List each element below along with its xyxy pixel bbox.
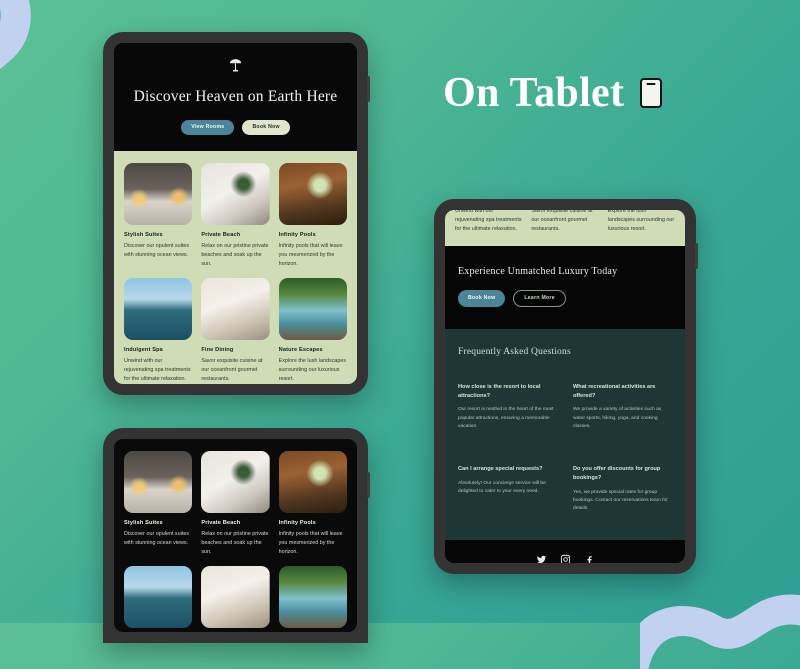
tablet-icon <box>640 78 663 108</box>
feature-card[interactable]: Private Beach Relax on our pristine priv… <box>201 451 270 557</box>
tablet-screen-hero: Discover Heaven on Earth Here View Rooms… <box>114 43 357 384</box>
feature-card[interactable] <box>201 565 270 632</box>
feature-description: Explore the lush landscapes surrounding … <box>278 357 347 382</box>
faq-question: What recreational activities are offered… <box>573 383 656 399</box>
tablet-device-faq: Indulgent Spa Unwind with our rejuvenati… <box>434 199 698 574</box>
faq-question: How close is the resort to local attract… <box>458 383 541 399</box>
features-tail-grid: Indulgent Spa Unwind with our rejuvenati… <box>455 210 675 234</box>
page-label-text: On Tablet <box>443 70 625 116</box>
faq-grid: How close is the resort to local attract… <box>458 383 672 514</box>
twitter-icon[interactable] <box>536 554 547 563</box>
feature-title: Infinity Pools <box>278 232 316 239</box>
feature-description: Savor exquisite cuisine at our oceanfron… <box>531 210 593 232</box>
feature-title: Stylish Suites <box>124 520 163 526</box>
feature-title: Nature Escapes <box>278 346 323 353</box>
book-now-button[interactable]: Book Now <box>242 120 290 136</box>
hero-title: Discover Heaven on Earth Here <box>133 88 338 105</box>
faq-item[interactable]: How close is the resort to local attract… <box>458 383 557 431</box>
feature-title: Private Beach <box>201 520 241 526</box>
features-tail-section: Indulgent Spa Unwind with our rejuvenati… <box>445 210 685 246</box>
faq-question: Can I arrange special requests? <box>458 466 543 473</box>
feature-card[interactable]: Indulgent Spa Unwind with our rejuvenati… <box>124 277 193 384</box>
feature-card[interactable] <box>124 565 193 632</box>
feature-title: Infinity Pools <box>278 520 316 526</box>
footer: © 2023 Luxury Beachfront Resort. Generat… <box>445 539 685 563</box>
faq-item[interactable]: Do you offer discounts for group booking… <box>573 465 672 513</box>
feature-title: Indulgent Spa <box>124 346 163 353</box>
feature-description: Relax on our pristine private beaches an… <box>201 243 269 268</box>
feature-card[interactable] <box>278 565 347 632</box>
feature-card[interactable]: Nature Escapes Explore the lush landscap… <box>278 277 347 384</box>
faq-question: Do you offer discounts for group booking… <box>573 466 661 481</box>
feature-title: Private Beach <box>201 232 241 239</box>
brand-logo[interactable] <box>124 55 347 76</box>
feature-image-indulgent-spa <box>124 565 193 628</box>
feature-image-nature-escapes <box>278 277 347 340</box>
feature-grid: Stylish Suites Discover our opulent suit… <box>124 451 347 632</box>
faq-answer: Yes, we provide special rates for group … <box>573 489 668 512</box>
social-links <box>455 554 675 563</box>
features-section-dark: Stylish Suites Discover our opulent suit… <box>114 439 357 632</box>
beach-umbrella-icon <box>229 59 242 72</box>
faq-answer: Our resort is nestled in the heart of th… <box>458 407 554 429</box>
feature-tail-item: Indulgent Spa Unwind with our rejuvenati… <box>455 210 522 234</box>
feature-description: Unwind with our rejuvenating spa treatme… <box>124 357 191 382</box>
feature-image-private-beach <box>201 163 270 226</box>
feature-title: Fine Dining <box>201 346 234 353</box>
feature-card[interactable]: Private Beach Relax on our pristine priv… <box>201 163 270 269</box>
faq-item[interactable]: What recreational activities are offered… <box>573 383 672 431</box>
hero-section: Discover Heaven on Earth Here View Rooms… <box>114 43 357 152</box>
faq-answer: Absolutely! Our concierge service will b… <box>458 480 546 495</box>
feature-image-indulgent-spa <box>124 277 193 340</box>
facebook-icon[interactable] <box>584 554 595 563</box>
feature-card[interactable]: Infinity Pools Infinity pools that will … <box>278 451 347 557</box>
tablet-device-hero: Discover Heaven on Earth Here View Rooms… <box>103 32 370 395</box>
feature-image-stylish-suites <box>124 163 193 226</box>
feature-image-stylish-suites <box>124 451 193 513</box>
tablet-device-features-dark: Stylish Suites Discover our opulent suit… <box>103 428 370 643</box>
feature-image-infinity-pools <box>278 451 347 513</box>
feature-card[interactable]: Fine Dining Savor exquisite cuisine at o… <box>201 277 270 384</box>
feature-description: Unwind with our rejuvenating spa treatme… <box>455 210 522 232</box>
tablet-screen-features-dark: Stylish Suites Discover our opulent suit… <box>114 439 357 632</box>
feature-description: Infinity pools that will leave you mesme… <box>278 243 343 268</box>
feature-image-nature-escapes <box>278 565 347 628</box>
feature-description: Explore the lush landscapes surrounding … <box>607 210 675 232</box>
page-label: On Tablet <box>443 70 663 116</box>
feature-grid: Stylish Suites Discover our opulent suit… <box>124 163 347 383</box>
feature-card[interactable]: Stylish Suites Discover our opulent suit… <box>124 451 193 557</box>
feature-description: Discover our opulent suites with stunnin… <box>124 243 190 259</box>
faq-item[interactable]: Can I arrange special requests? Absolute… <box>458 465 557 513</box>
cta-learn-more-button[interactable]: Learn More <box>513 289 566 307</box>
feature-image-fine-dining <box>201 565 270 628</box>
faq-answer: We provide a variety of activities such … <box>573 407 662 429</box>
feature-description: Relax on our pristine private beaches an… <box>201 531 269 555</box>
hero-button-group: View Rooms Book Now <box>124 120 347 136</box>
feature-description: Discover our opulent suites with stunnin… <box>124 531 190 546</box>
features-section-light: Stylish Suites Discover our opulent suit… <box>114 151 357 384</box>
tablet-screen-faq: Indulgent Spa Unwind with our rejuvenati… <box>445 210 685 563</box>
cta-book-now-button[interactable]: Book Now <box>458 289 506 307</box>
feature-tail-item: Fine Dining Savor exquisite cuisine at o… <box>531 210 598 234</box>
feature-image-fine-dining <box>201 277 270 340</box>
cta-button-group: Book Now Learn More <box>458 289 672 307</box>
cta-title: Experience Unmatched Luxury Today <box>458 265 618 277</box>
faq-section: Frequently Asked Questions How close is … <box>445 328 685 540</box>
feature-description: Infinity pools that will leave you mesme… <box>278 531 343 555</box>
feature-image-infinity-pools <box>278 163 347 226</box>
instagram-icon[interactable] <box>560 554 571 563</box>
feature-description: Savor exquisite cuisine at our oceanfron… <box>201 357 263 382</box>
view-rooms-button[interactable]: View Rooms <box>181 120 235 136</box>
feature-card[interactable]: Infinity Pools Infinity pools that will … <box>278 163 347 269</box>
cta-section: Experience Unmatched Luxury Today Book N… <box>445 245 685 329</box>
feature-title: Stylish Suites <box>124 232 163 239</box>
feature-card[interactable]: Stylish Suites Discover our opulent suit… <box>124 163 193 269</box>
feature-tail-item: Nature Escapes Explore the lush landscap… <box>608 210 675 234</box>
feature-image-private-beach <box>201 451 270 513</box>
faq-heading: Frequently Asked Questions <box>458 346 571 357</box>
